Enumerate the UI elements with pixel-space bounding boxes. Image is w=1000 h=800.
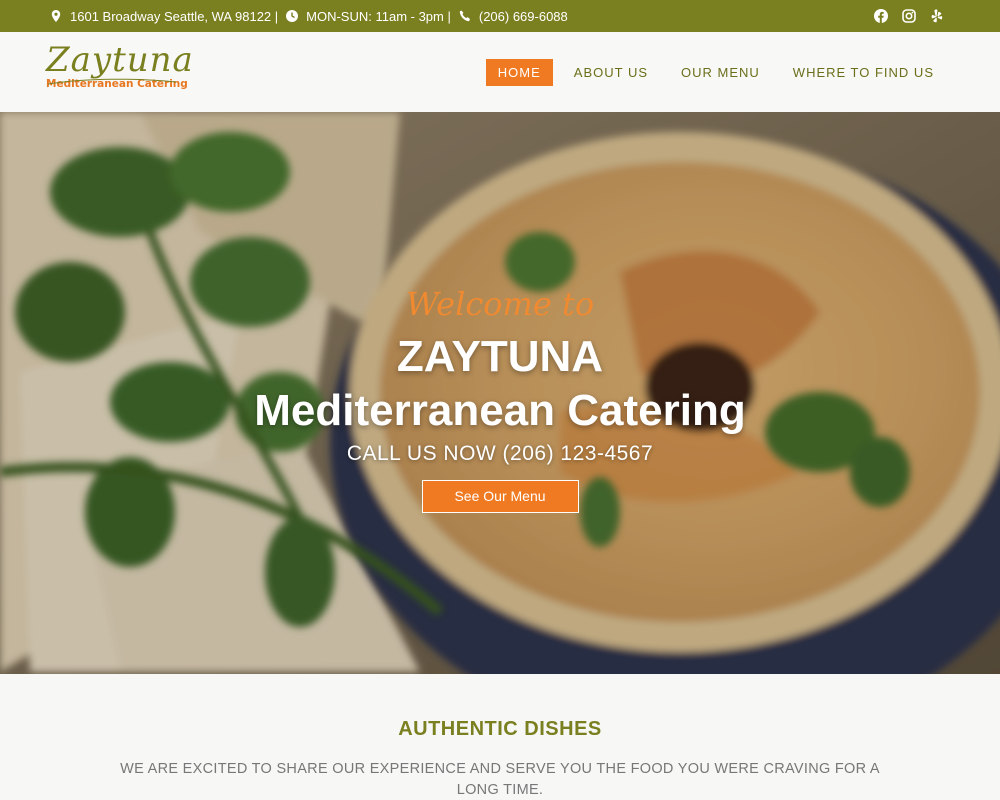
site-logo[interactable]: Zaytuna Mediterranean Catering	[46, 40, 194, 102]
hero-phone-cta[interactable]: CALL US NOW (206) 123-4567	[0, 442, 1000, 466]
see-our-menu-button[interactable]: See Our Menu	[421, 480, 579, 513]
nav-home[interactable]: HOME	[485, 59, 553, 86]
phone-icon	[459, 10, 471, 22]
nav-about-us[interactable]: ABOUT US	[562, 59, 660, 86]
authentic-dishes-section: AUTHENTIC DISHES WE ARE EXCITED TO SHARE…	[0, 674, 1000, 800]
phone-item[interactable]: (206) 669-6088	[459, 9, 568, 24]
logo-swoosh	[47, 78, 177, 85]
top-info-bar: 1601 Broadway Seattle, WA 98122 | MON-SU…	[0, 0, 1000, 32]
section-title: AUTHENTIC DISHES	[398, 718, 602, 740]
instagram-icon[interactable]	[902, 9, 916, 23]
main-nav: HOME ABOUT US OUR MENU WHERE TO FIND US	[477, 59, 946, 86]
address-item: 1601 Broadway Seattle, WA 98122 |	[50, 9, 278, 24]
hero-title-line2: Mediterranean Catering	[254, 386, 746, 435]
phone-text[interactable]: (206) 669-6088	[479, 9, 568, 24]
hero-banner: Welcome to ZAYTUNA Mediterranean Caterin…	[0, 112, 1000, 674]
logo-script: Zaytuna	[46, 40, 194, 80]
hours-text: MON-SUN: 11am - 3pm |	[306, 8, 451, 24]
hero-welcome: Welcome to	[405, 285, 595, 323]
contact-info: 1601 Broadway Seattle, WA 98122 | MON-SU…	[50, 0, 568, 32]
site-header: Zaytuna Mediterranean Catering HOME ABOU…	[0, 32, 1000, 112]
nav-where-to-find-us[interactable]: WHERE TO FIND US	[781, 59, 946, 86]
section-description: WE ARE EXCITED TO SHARE OUR EXPERIENCE A…	[120, 761, 880, 798]
address-text: 1601 Broadway Seattle, WA 98122 |	[70, 8, 279, 24]
social-links	[874, 0, 944, 32]
hero-content: Welcome to ZAYTUNA Mediterranean Caterin…	[0, 282, 1000, 513]
hours-item: MON-SUN: 11am - 3pm |	[286, 9, 451, 24]
hero-title-line1: ZAYTUNA	[396, 332, 604, 381]
facebook-icon[interactable]	[874, 9, 888, 23]
yelp-icon[interactable]	[930, 9, 944, 23]
map-pin-icon	[50, 10, 62, 22]
clock-icon	[286, 10, 299, 22]
nav-our-menu[interactable]: OUR MENU	[669, 59, 772, 86]
